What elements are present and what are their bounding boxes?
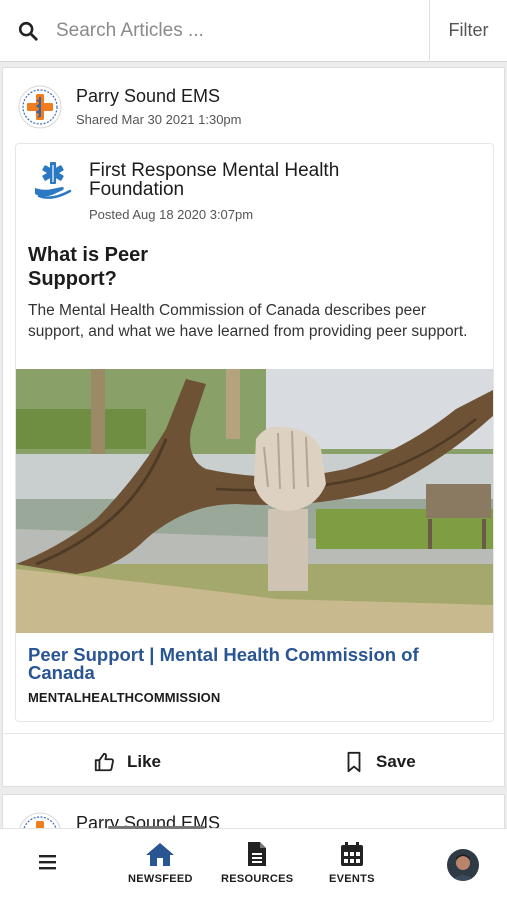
avatar[interactable] [447, 849, 479, 881]
nav-resources[interactable]: RESOURCES [221, 841, 293, 885]
save-button[interactable]: Save [344, 734, 416, 789]
article-link[interactable]: Peer Support | Mental Health Commission … [28, 645, 468, 682]
parry-sound-ems-logo[interactable] [18, 85, 62, 129]
home-icon [146, 843, 175, 866]
foundation-logo [35, 162, 72, 199]
scroll-indicator [108, 826, 205, 829]
bottom-navigation: NEWSFEED RESOURCES EVENTS [0, 826, 507, 900]
article-image[interactable] [16, 369, 494, 633]
like-button[interactable]: Like [93, 734, 161, 789]
nav-label-newsfeed: NEWSFEED [128, 873, 193, 885]
like-label: Like [127, 751, 162, 771]
post-actions: Like Save [3, 733, 504, 788]
hamburger-icon [39, 855, 56, 870]
parry-sound-ems-logo[interactable] [18, 812, 62, 828]
document-icon [248, 842, 267, 866]
search-input[interactable] [56, 0, 429, 62]
article-publisher[interactable]: First Response Mental Health Foundation [89, 161, 429, 199]
post-card: Parry Sound EMS Shared Mar 30 2021 1:30p… [2, 67, 505, 787]
post-author[interactable]: Parry Sound EMS [76, 86, 220, 107]
post-header: Parry Sound EMS Shared Mar 30 2021 1:30p… [3, 68, 504, 138]
bookmark-icon [347, 751, 361, 772]
save-label: Save [376, 751, 416, 771]
thumbs-up-icon [94, 752, 114, 771]
calendar-icon [340, 842, 363, 866]
post-card: Parry Sound EMS [2, 794, 505, 828]
article-source: MENTALHEALTHCOMMISSION [28, 690, 221, 705]
nav-label-events: EVENTS [329, 873, 375, 885]
search-icon[interactable] [0, 0, 56, 62]
post-timestamp: Shared Mar 30 2021 1:30pm [76, 112, 242, 127]
filter-button[interactable]: Filter [429, 0, 507, 62]
nav-label-resources: RESOURCES [221, 873, 294, 885]
nav-newsfeed[interactable]: NEWSFEED [128, 841, 193, 885]
search-bar: Filter [0, 0, 507, 62]
article-posted-date: Posted Aug 18 2020 3:07pm [89, 207, 254, 222]
nav-events[interactable]: EVENTS [329, 841, 375, 885]
article-description: The Mental Health Commission of Canada d… [28, 302, 468, 340]
news-feed[interactable]: Parry Sound EMS Shared Mar 30 2021 1:30p… [0, 62, 507, 828]
menu-button[interactable] [38, 853, 58, 876]
shared-article[interactable]: First Response Mental Health Foundation … [15, 143, 494, 722]
article-title: What is Peer Support? [28, 244, 149, 290]
